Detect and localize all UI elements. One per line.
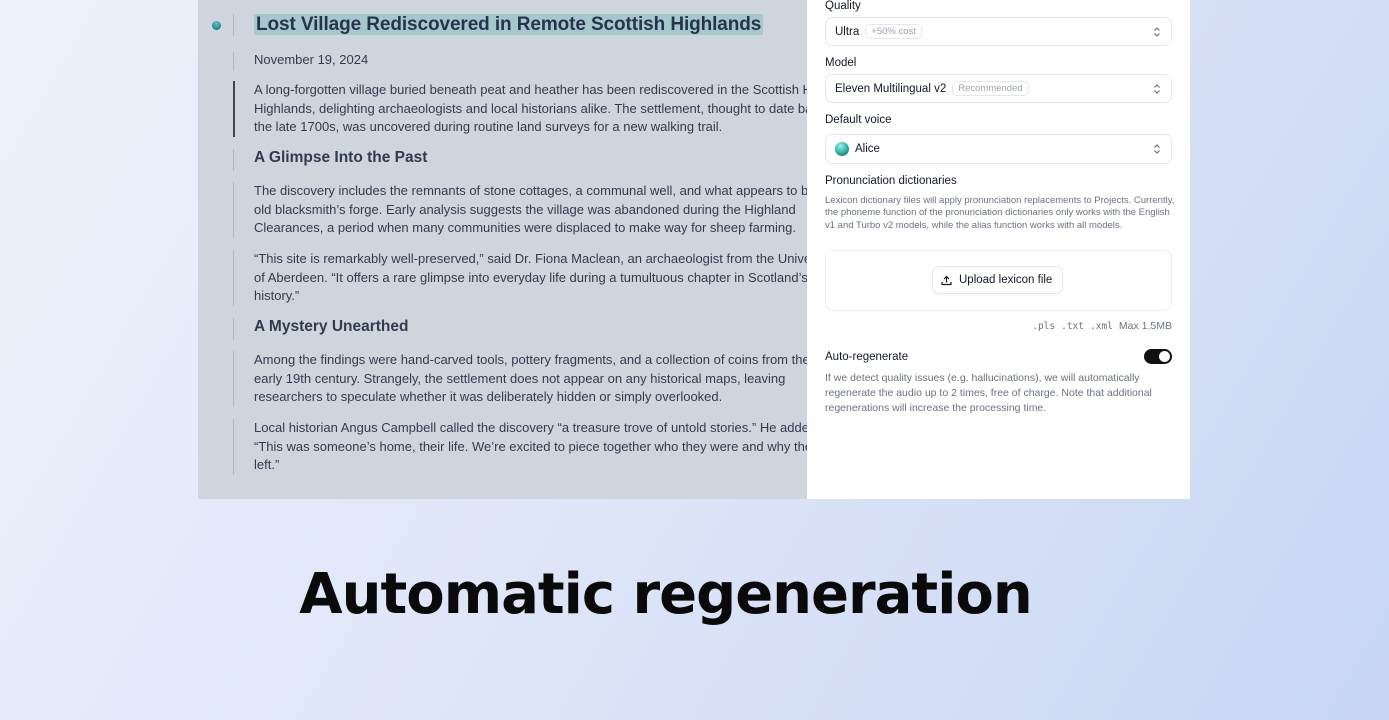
paragraph-line: “This was someone’s home, their life. We… xyxy=(254,438,807,454)
upload-label: Upload lexicon file xyxy=(959,274,1053,286)
dictionaries-help: Lexicon dictionary files will apply pron… xyxy=(825,195,1175,231)
paragraph-line: old blacksmith’s forge. Early analysis s… xyxy=(254,201,796,217)
chevron-up-down-icon xyxy=(1154,27,1160,37)
paragraph-line: Clearances, a period when many communiti… xyxy=(254,220,796,235)
paragraph-line: the late 1700s, was uncovered during rou… xyxy=(254,119,723,134)
settings-panel: Quality Ultra +50% cost Model Eleven Mul… xyxy=(807,0,1190,499)
paragraph-marker-icon xyxy=(212,21,221,30)
app-window: Lost Village Rediscovered in Remote Scot… xyxy=(198,0,1190,499)
upload-icon xyxy=(941,275,952,285)
upload-lexicon-button[interactable]: Upload lexicon file xyxy=(932,266,1064,294)
title-block[interactable]: Lost Village Rediscovered in Remote Scot… xyxy=(233,14,764,36)
heading-block[interactable]: A Mystery Unearthed xyxy=(233,318,408,340)
paragraph-line: left.” xyxy=(254,457,280,472)
toggle-knob xyxy=(1159,351,1170,362)
file-constraints: .pls .txt .xml Max 1.5MB xyxy=(1032,320,1172,332)
filetype-xml: .xml xyxy=(1090,321,1113,332)
filetype-pls: .pls xyxy=(1032,321,1056,332)
quality-value: Ultra xyxy=(835,25,860,38)
paragraph-line: researchers to speculate whether it was … xyxy=(254,389,723,404)
lexicon-dropzone[interactable]: Upload lexicon file xyxy=(825,250,1172,311)
voice-avatar-icon xyxy=(835,142,849,156)
chevron-up-down-icon xyxy=(1154,144,1160,154)
paragraph-block[interactable]: Among the findings were hand-carved tool… xyxy=(233,351,807,407)
auto-regenerate-help: If we detect quality issues (e.g. halluc… xyxy=(825,372,1152,415)
dictionaries-label: Pronunciation dictionaries xyxy=(825,175,957,187)
model-label: Model xyxy=(825,57,857,69)
date-block[interactable]: November 19, 2024 xyxy=(233,52,368,71)
quality-label: Quality xyxy=(825,0,861,12)
cost-badge: +50% cost xyxy=(865,24,922,39)
model-value: Eleven Multilingual v2 xyxy=(835,82,947,95)
quality-select[interactable]: Ultra +50% cost xyxy=(825,17,1172,46)
article-date: November 19, 2024 xyxy=(254,52,369,67)
section-heading: A Mystery Unearthed xyxy=(254,318,409,335)
voice-value: Alice xyxy=(855,143,880,155)
paragraph-line: Highlands, delighting archaeologists and… xyxy=(254,100,807,116)
heading-block[interactable]: A Glimpse Into the Past xyxy=(233,149,427,171)
chevron-up-down-icon xyxy=(1154,84,1160,94)
paragraph-line: early 19th century. Strangely, the settl… xyxy=(254,370,786,386)
voice-select[interactable]: Alice xyxy=(825,134,1172,164)
paragraph-line: history.” xyxy=(254,288,300,303)
model-select[interactable]: Eleven Multilingual v2 Recommended xyxy=(825,74,1172,103)
paragraph-line: “This site is remarkably well-preserved,… xyxy=(254,251,807,266)
paragraph-line: of Aberdeen. “It offers a rare glimpse i… xyxy=(254,269,807,285)
paragraph-block[interactable]: Local historian Angus Campbell called th… xyxy=(233,419,807,475)
paragraph-line: A long-forgotten village buried beneath … xyxy=(254,82,807,97)
paragraph-block[interactable]: “This site is remarkably well-preserved,… xyxy=(233,250,807,306)
document-editor: Lost Village Rediscovered in Remote Scot… xyxy=(198,0,807,499)
voice-label: Default voice xyxy=(825,114,892,126)
filetype-txt: .txt xyxy=(1061,321,1084,332)
auto-regenerate-label: Auto-regenerate xyxy=(825,351,909,363)
paragraph-line: The discovery includes the remnants of s… xyxy=(254,183,807,198)
recommended-badge: Recommended xyxy=(952,81,1029,96)
feature-caption: Automatic regeneration xyxy=(299,562,1032,627)
paragraph-block[interactable]: The discovery includes the remnants of s… xyxy=(233,182,807,238)
paragraph-line: Among the findings were hand-carved tool… xyxy=(254,352,807,367)
max-size: Max 1.5MB xyxy=(1118,320,1172,332)
article-title: Lost Village Rediscovered in Remote Scot… xyxy=(254,14,764,35)
paragraph-block[interactable]: A long-forgotten village buried beneath … xyxy=(233,81,807,137)
auto-regenerate-toggle[interactable] xyxy=(1144,349,1172,364)
paragraph-line: Local historian Angus Campbell called th… xyxy=(254,420,807,435)
section-heading: A Glimpse Into the Past xyxy=(254,149,428,166)
